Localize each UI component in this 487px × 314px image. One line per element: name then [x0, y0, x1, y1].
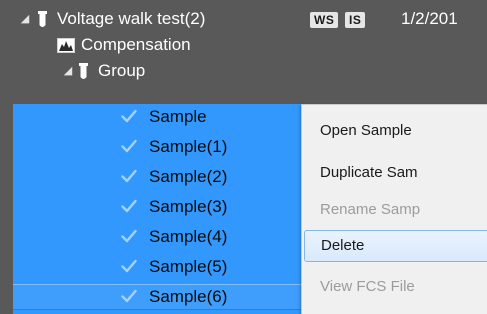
chart-icon — [57, 38, 75, 53]
compensation-label: Compensation — [81, 35, 191, 54]
checkmark-icon — [121, 169, 137, 183]
menu-item-label: View FCS File — [320, 278, 415, 295]
experiment-date: 1/2/201 — [401, 9, 458, 28]
checkmark-icon — [121, 289, 137, 303]
menu-item-delete[interactable]: Delete — [304, 230, 487, 262]
sample-label: Sample(3) — [149, 197, 228, 216]
checkmark-icon — [121, 109, 137, 123]
menu-item-label: Delete — [321, 237, 365, 254]
experiment-tree-window: ◢ Voltage walk test(2) WS IS 1/2/201 Com… — [0, 0, 487, 314]
sample-row[interactable]: Sample(4) — [13, 224, 303, 250]
group-label: Group — [98, 61, 146, 80]
menu-item-open-sample[interactable]: Open Sample — [302, 115, 487, 147]
sample-label: Sample(4) — [149, 227, 228, 246]
menu-item-view-fcs-file[interactable]: View FCS File — [302, 271, 487, 303]
sample-row-current[interactable]: Sample(6) — [13, 284, 303, 310]
sample-row[interactable]: Sample(5) — [13, 254, 303, 280]
tree-row-experiment[interactable]: ◢ Voltage walk test(2) WS IS 1/2/201 — [0, 6, 487, 32]
sample-row[interactable]: Sample(3) — [13, 194, 303, 220]
is-tag: IS — [345, 12, 366, 28]
experiment-label: Voltage walk test(2) — [57, 9, 206, 28]
context-menu: Open Sample Duplicate Sam Rename Samp De… — [301, 104, 487, 314]
ws-tag: WS — [310, 12, 339, 28]
test-tube-icon — [79, 63, 88, 81]
triangle-down-icon[interactable]: ◢ — [19, 6, 31, 32]
menu-item-rename-sample[interactable]: Rename Samp — [302, 194, 487, 226]
checkmark-icon — [121, 199, 137, 213]
checkmark-icon — [121, 139, 137, 153]
menu-item-label: Open Sample — [320, 122, 412, 139]
tree-row-group[interactable]: ◢ Group — [0, 58, 487, 84]
sample-label: Sample(6) — [149, 287, 228, 306]
tree-row-compensation[interactable]: Compensation — [0, 32, 487, 58]
menu-item-duplicate-sample[interactable]: Duplicate Sam — [302, 157, 487, 189]
test-tube-icon — [38, 11, 47, 29]
triangle-down-icon[interactable]: ◢ — [62, 58, 74, 84]
sample-label: Sample(1) — [149, 137, 228, 156]
checkmark-icon — [121, 229, 137, 243]
sample-list: Sample Sample(1) Sample(2) Sample(3) Sam… — [13, 104, 303, 314]
sample-row[interactable]: Sample(2) — [13, 164, 303, 190]
sample-row[interactable]: Sample — [13, 104, 303, 130]
menu-item-label: Duplicate Sam — [320, 164, 418, 181]
sample-label: Sample — [149, 107, 207, 126]
menu-item-label: Rename Samp — [320, 201, 421, 218]
checkmark-icon — [121, 259, 137, 273]
sample-row[interactable]: Sample(1) — [13, 134, 303, 160]
sample-label: Sample(5) — [149, 257, 228, 276]
sample-label: Sample(2) — [149, 167, 228, 186]
